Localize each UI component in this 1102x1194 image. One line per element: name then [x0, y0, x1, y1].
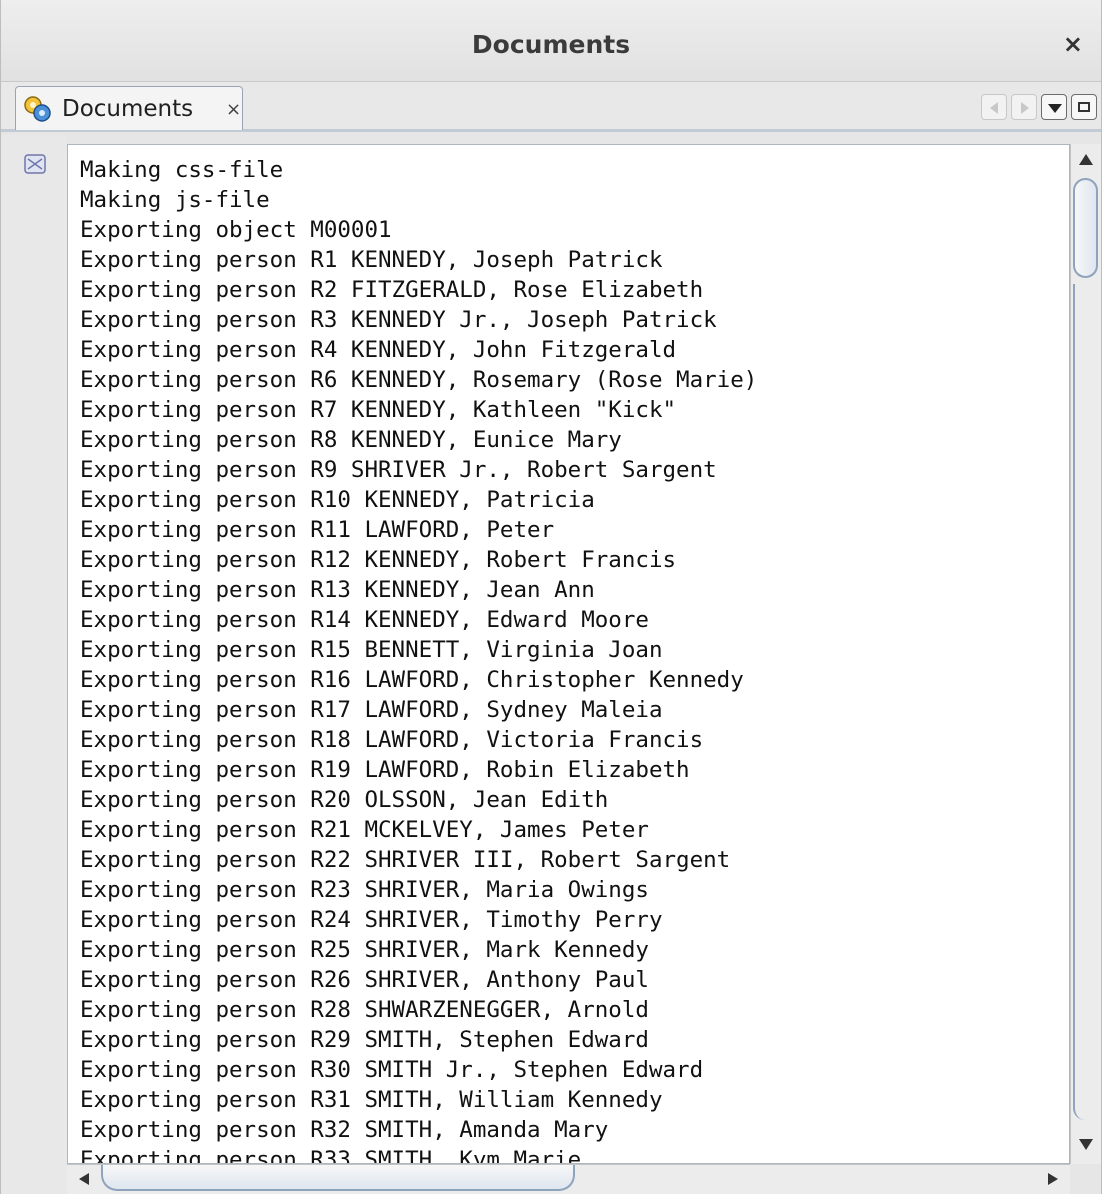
- tab-label: Documents: [62, 96, 194, 122]
- log-line: Exporting person R9 SHRIVER Jr., Robert …: [80, 457, 717, 483]
- log-line: Exporting person R4 KENNEDY, John Fitzge…: [80, 337, 677, 363]
- log-line: Exporting person R33 SMITH, Kym Marie: [80, 1147, 582, 1164]
- scroll-tabs-left-button[interactable]: [981, 94, 1007, 120]
- log-line: Making css-file: [80, 157, 284, 183]
- log-line: Exporting person R14 KENNEDY, Edward Moo…: [80, 607, 649, 633]
- tab-documents[interactable]: Documents ×: [15, 86, 243, 130]
- vertical-scrollbar[interactable]: [1070, 144, 1101, 1164]
- scroll-up-icon[interactable]: [1079, 154, 1093, 165]
- log-line: Exporting person R28 SHWARZENEGGER, Arno…: [80, 997, 649, 1023]
- log-line: Exporting person R6 KENNEDY, Rosemary (R…: [80, 367, 758, 393]
- output-log-pane[interactable]: Making css-file Making js-file Exporting o…: [67, 144, 1070, 1164]
- log-line: Exporting person R15 BENNETT, Virginia J…: [80, 637, 663, 663]
- log-line: Exporting person R19 LAWFORD, Robin Eliz…: [80, 757, 690, 783]
- maximize-button[interactable]: [1071, 94, 1097, 120]
- scroll-left-icon[interactable]: [79, 1173, 89, 1185]
- log-line: Exporting person R32 SMITH, Amanda Mary: [80, 1117, 609, 1143]
- arrow-left-icon: [990, 102, 998, 114]
- log-line: Exporting person R24 SHRIVER, Timothy Pe…: [80, 907, 663, 933]
- log-line: Exporting person R30 SMITH Jr., Stephen …: [80, 1057, 704, 1083]
- log-line: Exporting person R11 LAWFORD, Peter: [80, 517, 555, 543]
- tab-list-dropdown-button[interactable]: [1041, 94, 1067, 120]
- log-line: Exporting person R1 KENNEDY, Joseph Patr…: [80, 247, 663, 273]
- log-line: Exporting person R13 KENNEDY, Jean Ann: [80, 577, 595, 603]
- log-line: Exporting person R12 KENNEDY, Robert Fra…: [80, 547, 677, 573]
- arrow-right-icon: [1021, 102, 1029, 114]
- log-line: Exporting person R23 SHRIVER, Maria Owin…: [80, 877, 649, 903]
- log-line: Exporting person R3 KENNEDY Jr., Joseph …: [80, 307, 717, 333]
- log-line: Exporting person R18 LAWFORD, Victoria F…: [80, 727, 704, 753]
- tab-close-button[interactable]: ×: [226, 99, 241, 120]
- log-line: Exporting person R2 FITZGERALD, Rose Eli…: [80, 277, 704, 303]
- log-line: Exporting person R17 LAWFORD, Sydney Mal…: [80, 697, 663, 723]
- documents-window: Documents × Documents × Making css-file …: [0, 0, 1102, 1194]
- documents-icon: [24, 96, 51, 122]
- log-line: Exporting person R7 KENNEDY, Kathleen "K…: [80, 397, 677, 423]
- log-line: Exporting person R25 SHRIVER, Mark Kenne…: [80, 937, 649, 963]
- scroll-down-icon[interactable]: [1079, 1139, 1093, 1150]
- tab-bar: Documents ×: [1, 82, 1101, 132]
- left-gutter: [1, 135, 67, 1194]
- log-line: Exporting person R21 MCKELVEY, James Pet…: [80, 817, 649, 843]
- scroll-right-icon[interactable]: [1048, 1173, 1058, 1185]
- log-line: Exporting person R26 SHRIVER, Anthony Pa…: [80, 967, 649, 993]
- log-line: Exporting person R29 SMITH, Stephen Edwa…: [80, 1027, 649, 1053]
- window-stack-icon[interactable]: [23, 153, 47, 175]
- close-window-button[interactable]: ×: [1063, 30, 1083, 58]
- horizontal-scroll-thumb[interactable]: [101, 1165, 575, 1191]
- log-line: Exporting person R10 KENNEDY, Patricia: [80, 487, 595, 513]
- vertical-scroll-track: [1073, 284, 1098, 1120]
- window-title: Documents: [471, 30, 631, 59]
- log-line: Exporting person R22 SHRIVER III, Robert…: [80, 847, 731, 873]
- log-line: Exporting person R16 LAWFORD, Christophe…: [80, 667, 744, 693]
- maximize-icon: [1078, 102, 1090, 112]
- vertical-scroll-thumb[interactable]: [1073, 178, 1098, 278]
- tab-nav-buttons: [981, 94, 1097, 122]
- log-line: Exporting person R20 OLSSON, Jean Edith: [80, 787, 609, 813]
- output-log: Making css-file Making js-file Exporting o…: [80, 155, 758, 1164]
- log-line: Exporting object M00001: [80, 217, 392, 243]
- scroll-tabs-right-button[interactable]: [1011, 94, 1037, 120]
- chevron-down-icon: [1048, 104, 1062, 113]
- log-line: Exporting person R8 KENNEDY, Eunice Mary: [80, 427, 622, 453]
- title-bar[interactable]: Documents ×: [1, 0, 1101, 82]
- horizontal-scrollbar[interactable]: [67, 1164, 1070, 1194]
- log-line: Exporting person R31 SMITH, William Kenn…: [80, 1087, 663, 1113]
- log-line: Making js-file: [80, 187, 270, 213]
